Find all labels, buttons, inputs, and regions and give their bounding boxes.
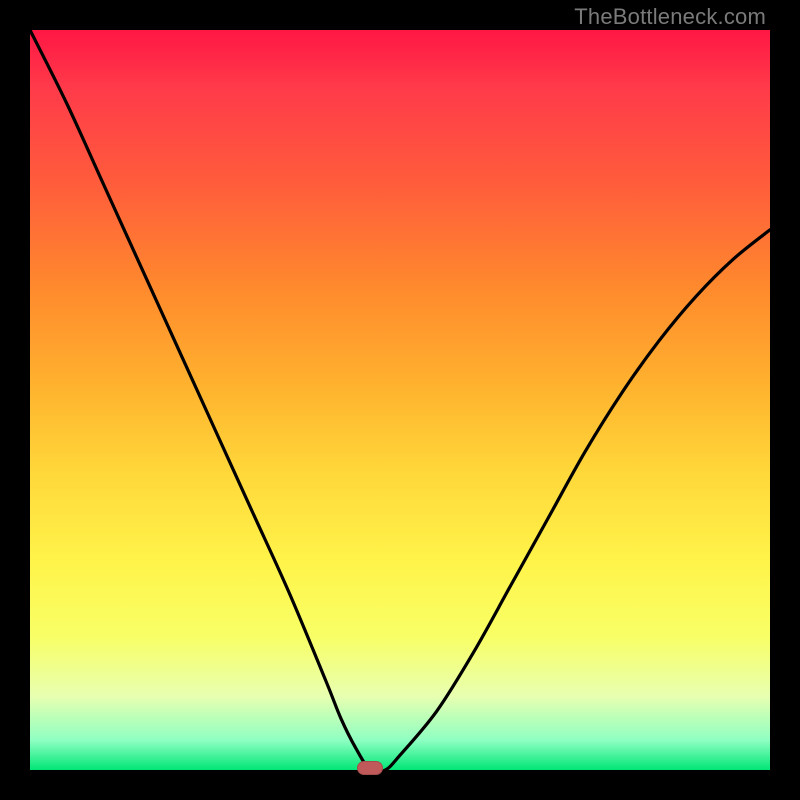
watermark-text: TheBottleneck.com	[574, 4, 766, 30]
optimal-point-marker	[357, 761, 383, 775]
curve-svg	[30, 30, 770, 770]
plot-area	[30, 30, 770, 770]
chart-frame: TheBottleneck.com	[0, 0, 800, 800]
bottleneck-curve	[30, 30, 770, 772]
